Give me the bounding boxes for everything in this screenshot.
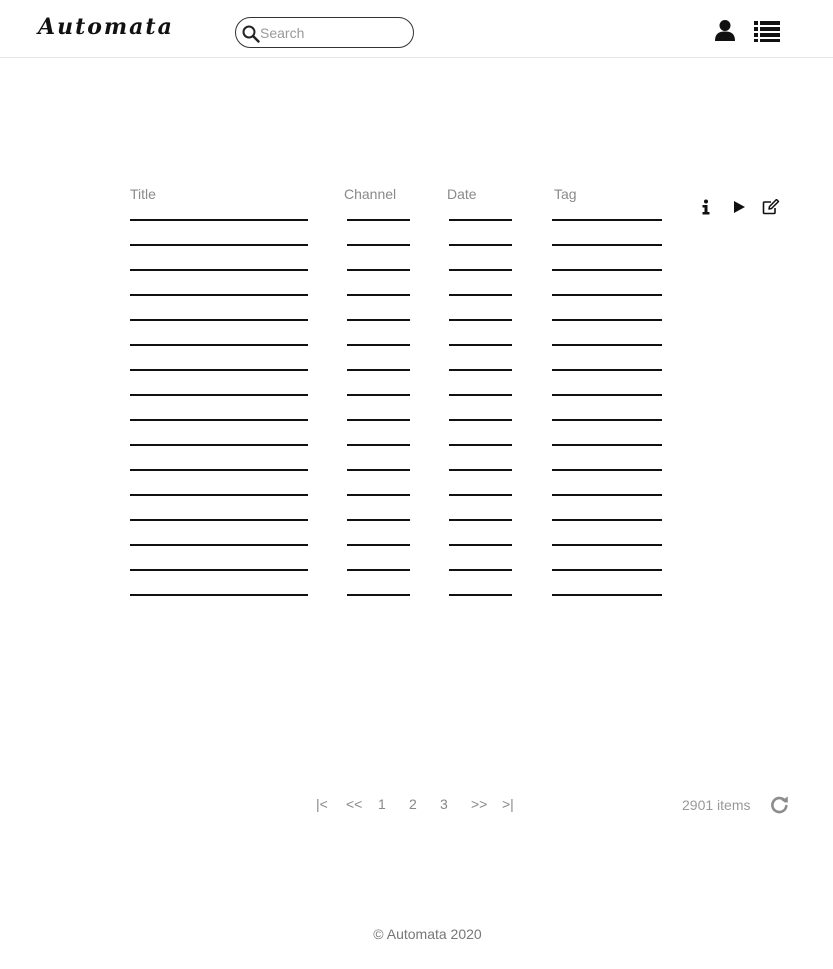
info-icon[interactable] [701,199,711,215]
table-cell-tag[interactable] [552,469,662,471]
table-cell-date[interactable] [449,344,512,346]
table-cell-channel[interactable] [347,519,410,521]
table-cell-tag[interactable] [552,344,662,346]
table-cell-tag[interactable] [552,244,662,246]
table-cell-tag[interactable] [552,494,662,496]
page-link-2[interactable]: 2 [409,796,417,812]
table-cell-title[interactable] [130,394,308,396]
table-cell-tag[interactable] [552,594,662,596]
table-cell-date[interactable] [449,494,512,496]
search-icon [242,25,260,43]
table-cell-title[interactable] [130,319,308,321]
table-cell-title[interactable] [130,294,308,296]
table-cell-tag[interactable] [552,219,662,221]
table-cell-date[interactable] [449,444,512,446]
table-cell-channel[interactable] [347,369,410,371]
top-header: Automata [0,0,833,58]
table-cell-tag[interactable] [552,419,662,421]
table-cell-date[interactable] [449,394,512,396]
refresh-icon[interactable] [770,795,789,814]
table-cell-channel[interactable] [347,394,410,396]
page-link-1[interactable]: 1 [378,796,386,812]
column-header-channel[interactable]: Channel [344,186,396,202]
table-cell-title[interactable] [130,269,308,271]
search-box[interactable] [235,17,414,48]
column-header-title[interactable]: Title [130,186,156,202]
table-cell-date[interactable] [449,369,512,371]
play-icon[interactable] [733,199,746,215]
table-cell-date[interactable] [449,244,512,246]
table-cell-tag[interactable] [552,519,662,521]
table-cell-channel[interactable] [347,319,410,321]
table-cell-channel[interactable] [347,469,410,471]
table-cell-tag[interactable] [552,444,662,446]
table-cell-channel[interactable] [347,444,410,446]
app-logo[interactable]: Automata [38,14,174,40]
table-cell-date[interactable] [449,294,512,296]
table-cell-title[interactable] [130,219,308,221]
table-cell-title[interactable] [130,369,308,371]
table-cell-channel[interactable] [347,544,410,546]
list-icon[interactable] [754,20,780,42]
next-page-link[interactable]: >> [471,796,487,812]
edit-icon[interactable] [762,199,780,215]
table-cell-channel[interactable] [347,294,410,296]
table-cell-title[interactable] [130,494,308,496]
footer-copyright: © Automata 2020 [373,926,482,942]
table-cell-date[interactable] [449,594,512,596]
table-cell-tag[interactable] [552,394,662,396]
item-count: 2901 items [682,797,751,813]
first-page-link[interactable]: |< [316,796,328,812]
table-cell-channel[interactable] [347,344,410,346]
table-cell-title[interactable] [130,244,308,246]
table-cell-tag[interactable] [552,269,662,271]
table-cell-channel[interactable] [347,569,410,571]
table-cell-date[interactable] [449,219,512,221]
table-cell-title[interactable] [130,519,308,521]
page-link-3[interactable]: 3 [440,796,448,812]
table-cell-channel[interactable] [347,419,410,421]
table-cell-tag[interactable] [552,369,662,371]
table-cell-tag[interactable] [552,319,662,321]
column-header-tag[interactable]: Tag [554,186,577,202]
table-cell-date[interactable] [449,319,512,321]
table-cell-channel[interactable] [347,244,410,246]
table-cell-date[interactable] [449,544,512,546]
table-cell-title[interactable] [130,419,308,421]
table-cell-tag[interactable] [552,544,662,546]
table-cell-date[interactable] [449,269,512,271]
table-cell-tag[interactable] [552,569,662,571]
prev-page-link[interactable]: << [346,796,362,812]
table-cell-title[interactable] [130,444,308,446]
table-cell-date[interactable] [449,519,512,521]
table-cell-title[interactable] [130,594,308,596]
table-cell-title[interactable] [130,344,308,346]
table-cell-tag[interactable] [552,294,662,296]
table-cell-title[interactable] [130,469,308,471]
table-cell-date[interactable] [449,569,512,571]
table-cell-channel[interactable] [347,494,410,496]
table-cell-channel[interactable] [347,594,410,596]
table-cell-date[interactable] [449,469,512,471]
table-cell-title[interactable] [130,569,308,571]
table-cell-channel[interactable] [347,219,410,221]
user-icon[interactable] [714,20,736,41]
last-page-link[interactable]: >| [502,796,514,812]
column-header-date[interactable]: Date [447,186,477,202]
table-cell-title[interactable] [130,544,308,546]
search-input[interactable] [260,21,405,44]
table-cell-channel[interactable] [347,269,410,271]
table-cell-date[interactable] [449,419,512,421]
